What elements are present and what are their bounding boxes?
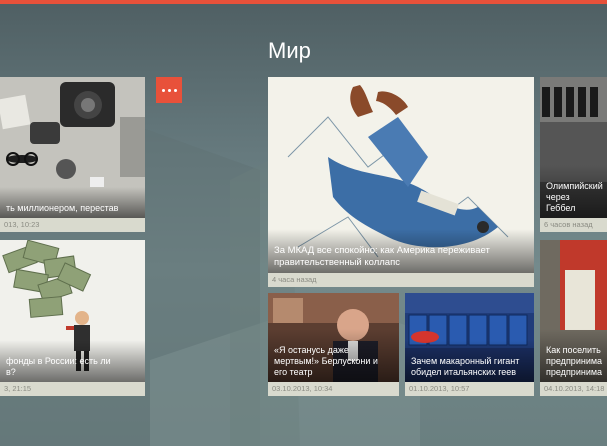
more-options-button[interactable] [156,77,182,103]
news-tile-left-top[interactable]: ть миллионером, перестав 013, 10:23 [0,77,145,232]
news-tile-headline: ть миллионером, перестав [0,187,145,218]
news-tile-date: 4 часа назад [268,273,534,287]
news-tile-headline: фонды в России: есть ли в? [0,340,145,382]
more-dot-icon [173,88,177,92]
news-tile-right-bottom[interactable]: Как поселить предпринима предпринима 04.… [540,240,607,396]
news-tile-olympics[interactable]: Олимпийский через Геббел 6 часов назад [540,77,607,232]
news-tile-left-bottom[interactable]: фонды в России: есть ли в? 3, 21:15 [0,240,145,396]
more-dot-icon [161,88,165,92]
more-dot-icon [167,88,171,92]
news-tile-main[interactable]: За МКАД все спокойно: как Америка пережи… [268,77,534,287]
top-accent-bar [0,0,607,4]
news-tile-date: 04.10.2013, 14:18 [540,382,607,396]
news-tile-date: 6 часов назад [540,218,607,232]
news-tile-date: 3, 21:15 [0,382,145,396]
news-tile-date: 013, 10:23 [0,218,145,232]
section-title[interactable]: Мир [268,38,311,64]
news-tile-date: 03.10.2013, 10:34 [268,382,399,396]
news-tile-headline: Олимпийский через Геббел [540,165,607,218]
news-tile-headline: Как поселить предпринима предпринима [540,329,607,382]
news-tile-headline: Зачем макаронный гигант обидел итальянск… [405,340,534,382]
news-tile-berlusconi[interactable]: «Я останусь даже мертвым!» Берлускони и … [268,293,399,396]
news-tile-date: 01.10.2013, 10:57 [405,382,534,396]
news-tile-headline: За МКАД все спокойно: как Америка пережи… [268,229,534,273]
news-tile-headline: «Я останусь даже мертвым!» Берлускони и … [268,329,399,382]
news-tile-pasta[interactable]: Зачем макаронный гигант обидел итальянск… [405,293,534,396]
